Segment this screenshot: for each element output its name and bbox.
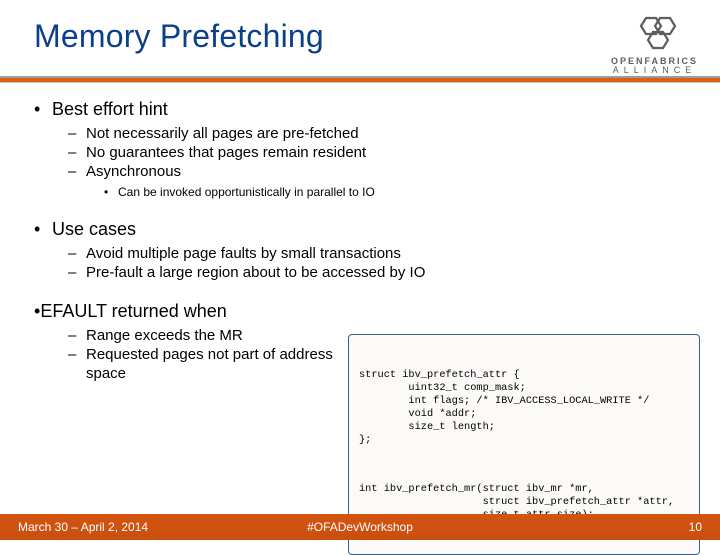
logo-text-line2: ALLIANCE	[611, 65, 698, 75]
sub-bullet: –Requested pages not part of address spa…	[68, 345, 334, 383]
title-divider	[0, 76, 720, 84]
subsub-bullet: •Can be invoked opportunistically in par…	[104, 184, 686, 200]
sub-bullet: –Avoid multiple page faults by small tra…	[68, 244, 686, 263]
bullet-label: EFAULT returned when	[40, 301, 226, 321]
sub-bullet: –Asynchronous •Can be invoked opportunis…	[68, 162, 686, 200]
bullet-label: Best effort hint	[52, 98, 168, 120]
code-struct: struct ibv_prefetch_attr { uint32_t comp…	[359, 369, 689, 447]
footer-page-number: 10	[689, 520, 702, 534]
hex-logo-icon	[626, 14, 682, 54]
bullet-label: Use cases	[52, 218, 136, 240]
sub-bullet: –No guarantees that pages remain residen…	[68, 143, 686, 162]
sub-bullet: –Not necessarily all pages are pre-fetch…	[68, 124, 686, 143]
bullet-use-cases: •Use cases –Avoid multiple page faults b…	[34, 218, 686, 282]
sub-bullet: –Range exceeds the MR	[68, 326, 334, 345]
footer-bar: March 30 – April 2, 2014 #OFADevWorkshop…	[0, 514, 720, 540]
slide: Memory Prefetching OPENFABRICS ALLIANCE …	[0, 0, 720, 540]
footer-hashtag: #OFADevWorkshop	[0, 520, 720, 534]
bullet-best-effort: •Best effort hint –Not necessarily all p…	[34, 98, 686, 200]
openfabrics-logo: OPENFABRICS ALLIANCE	[611, 14, 698, 75]
sub-bullet: –Pre-fault a large region about to be ac…	[68, 263, 686, 282]
slide-title: Memory Prefetching	[34, 18, 324, 55]
